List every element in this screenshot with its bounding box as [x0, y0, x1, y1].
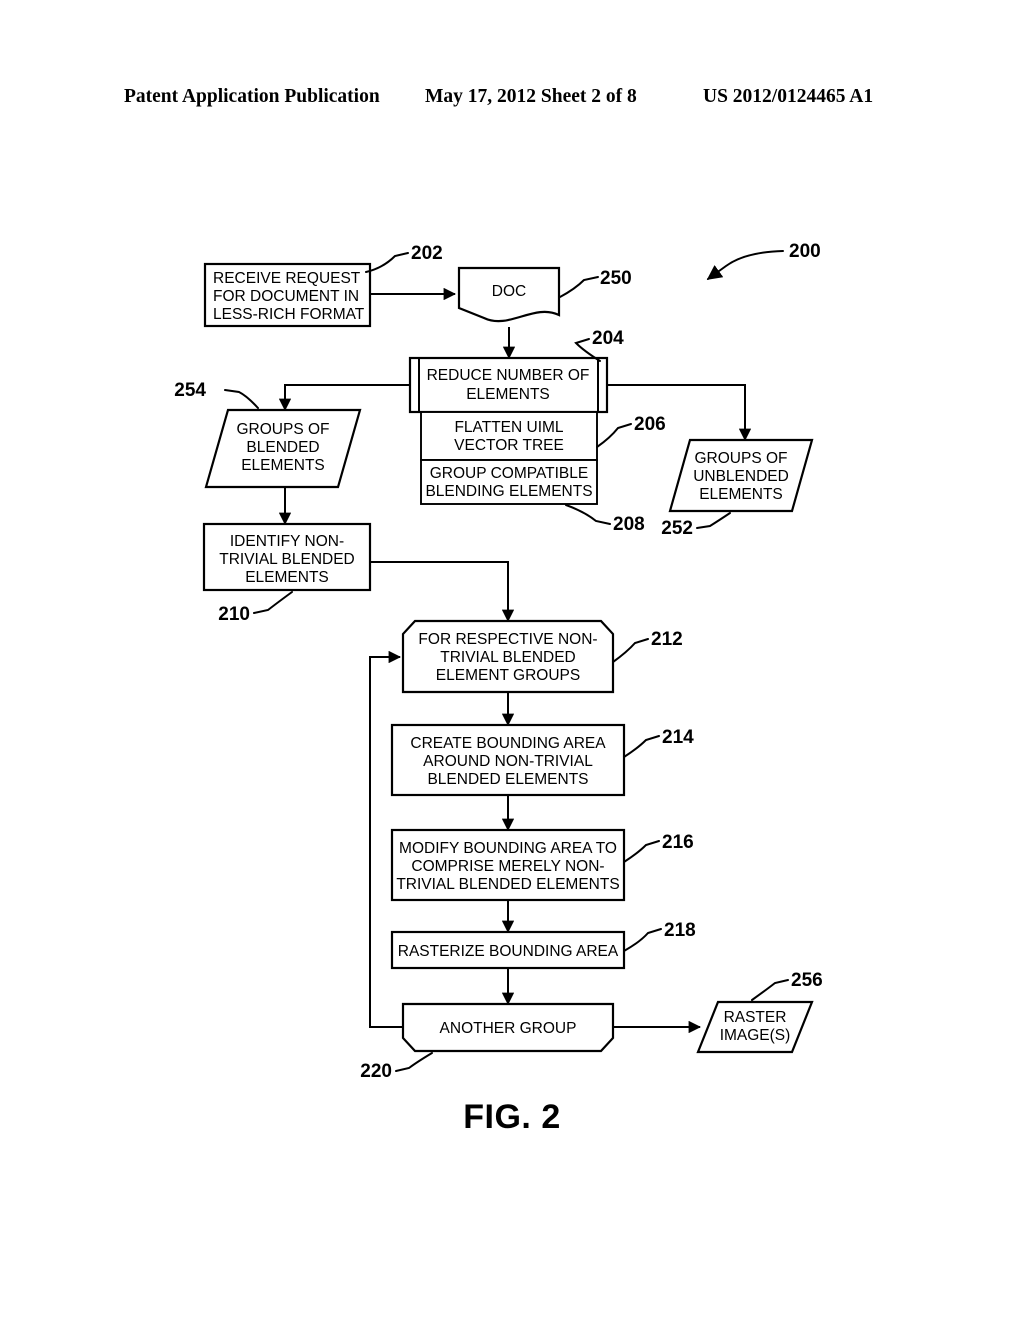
ref-number-200: 200 — [789, 241, 821, 262]
node-group-compatible-line-2: BLENDING ELEMENTS — [425, 483, 592, 500]
node-modify-bounding: MODIFY BOUNDING AREA TO COMPRISE MERELY … — [390, 828, 626, 902]
node-another-group: ANOTHER GROUP — [401, 1002, 615, 1053]
node-groups-unblended: GROUPS OF UNBLENDED ELEMENTS — [668, 438, 814, 513]
node-modify-bounding-line-3: TRIVIAL BLENDED ELEMENTS — [396, 876, 619, 893]
ref-number-252: 252 — [661, 518, 693, 539]
node-identify-nontrivial-line-1: IDENTIFY NON- — [230, 533, 344, 550]
ref-number-212: 212 — [651, 629, 683, 650]
node-create-bounding-line-3: BLENDED ELEMENTS — [427, 771, 588, 788]
ref-number-204: 204 — [592, 328, 624, 349]
ref-number-214: 214 — [662, 727, 694, 748]
node-group-compatible-line-1: GROUP COMPATIBLE — [430, 465, 588, 482]
node-groups-blended-line-1: GROUPS OF — [236, 421, 329, 438]
figure-caption: FIG. 2 — [463, 1098, 561, 1136]
node-modify-bounding-line-1: MODIFY BOUNDING AREA TO — [399, 840, 617, 857]
ref-number-206: 206 — [634, 414, 666, 435]
leader-250 — [559, 276, 599, 298]
leader-200 — [706, 250, 784, 280]
node-receive-request-line-2: FOR DOCUMENT IN — [213, 288, 359, 305]
node-rasterize-bounding-label: RASTERIZE BOUNDING AREA — [398, 943, 619, 960]
node-identify-nontrivial-line-2: TRIVIAL BLENDED — [219, 551, 355, 568]
node-raster-images-line-1: RASTER — [724, 1009, 787, 1026]
node-group-compatible: GROUP COMPATIBLE BLENDING ELEMENTS — [420, 459, 598, 505]
node-flatten-tree-line-2: VECTOR TREE — [454, 437, 564, 454]
node-groups-unblended-line-2: UNBLENDED — [693, 468, 789, 485]
node-create-bounding-line-2: AROUND NON-TRIVIAL — [423, 753, 593, 770]
node-flatten-tree: FLATTEN UIML VECTOR TREE — [420, 411, 598, 461]
leader-252 — [696, 512, 731, 529]
leader-208 — [565, 504, 611, 525]
leader-216 — [623, 840, 660, 863]
node-another-group-label: ANOTHER GROUP — [440, 1020, 577, 1037]
leader-254 — [224, 389, 259, 409]
node-reduce-elements-line-2: ELEMENTS — [466, 386, 550, 403]
node-rasterize-bounding: RASTERIZE BOUNDING AREA — [390, 930, 626, 970]
leader-218 — [623, 928, 662, 952]
node-receive-request: RECEIVE REQUEST FOR DOCUMENT IN LESS-RIC… — [203, 262, 372, 328]
node-flatten-tree-line-1: FLATTEN UIML — [454, 419, 563, 436]
ref-number-216: 216 — [662, 832, 694, 853]
node-for-respective: FOR RESPECTIVE NON- TRIVIAL BLENDED ELEM… — [401, 619, 615, 694]
ref-number-254: 254 — [174, 380, 206, 401]
node-for-respective-line-1: FOR RESPECTIVE NON- — [418, 631, 597, 648]
ref-number-208: 208 — [613, 514, 645, 535]
ref-number-202: 202 — [411, 243, 443, 264]
node-receive-request-line-3: LESS-RICH FORMAT — [213, 306, 365, 323]
leader-212 — [612, 638, 649, 663]
ref-number-256: 256 — [791, 970, 823, 991]
node-identify-nontrivial-line-3: ELEMENTS — [245, 569, 329, 586]
ref-number-250: 250 — [600, 268, 632, 289]
node-create-bounding-line-1: CREATE BOUNDING AREA — [410, 735, 606, 752]
node-for-respective-line-2: TRIVIAL BLENDED — [440, 649, 576, 666]
node-raster-images-line-2: IMAGE(S) — [720, 1027, 791, 1044]
node-groups-unblended-line-1: GROUPS OF — [694, 450, 787, 467]
node-raster-images: RASTER IMAGE(S) — [696, 1000, 814, 1054]
node-modify-bounding-line-2: COMPRISE MERELY NON- — [411, 858, 604, 875]
node-receive-request-line-1: RECEIVE REQUEST — [213, 270, 361, 287]
node-reduce-elements: REDUCE NUMBER OF ELEMENTS — [408, 356, 609, 414]
node-doc-label: DOC — [492, 283, 526, 300]
ref-number-210: 210 — [218, 604, 250, 625]
node-groups-blended-line-3: ELEMENTS — [241, 457, 325, 474]
node-groups-blended: GROUPS OF BLENDED ELEMENTS — [204, 408, 362, 489]
leader-206 — [596, 423, 632, 448]
node-for-respective-line-3: ELEMENT GROUPS — [436, 667, 580, 684]
leader-202 — [365, 252, 409, 273]
node-groups-blended-line-2: BLENDED — [246, 439, 319, 456]
leader-220 — [395, 1052, 433, 1072]
leader-214 — [623, 735, 660, 758]
connector-reduce-to-blended-groups — [278, 384, 410, 411]
node-create-bounding: CREATE BOUNDING AREA AROUND NON-TRIVIAL … — [390, 723, 626, 797]
node-doc: DOC — [457, 266, 561, 323]
leader-256 — [751, 979, 789, 1001]
leader-210 — [253, 591, 293, 614]
node-reduce-elements-line-1: REDUCE NUMBER OF — [427, 367, 590, 384]
connector-identify-to-for-respective — [370, 561, 515, 622]
connector-reduce-to-unblended-groups — [607, 384, 752, 441]
ref-number-220: 220 — [360, 1061, 392, 1082]
node-identify-nontrivial: IDENTIFY NON- TRIVIAL BLENDED ELEMENTS — [202, 522, 372, 592]
node-groups-unblended-line-3: ELEMENTS — [699, 486, 783, 503]
ref-number-218: 218 — [664, 920, 696, 941]
